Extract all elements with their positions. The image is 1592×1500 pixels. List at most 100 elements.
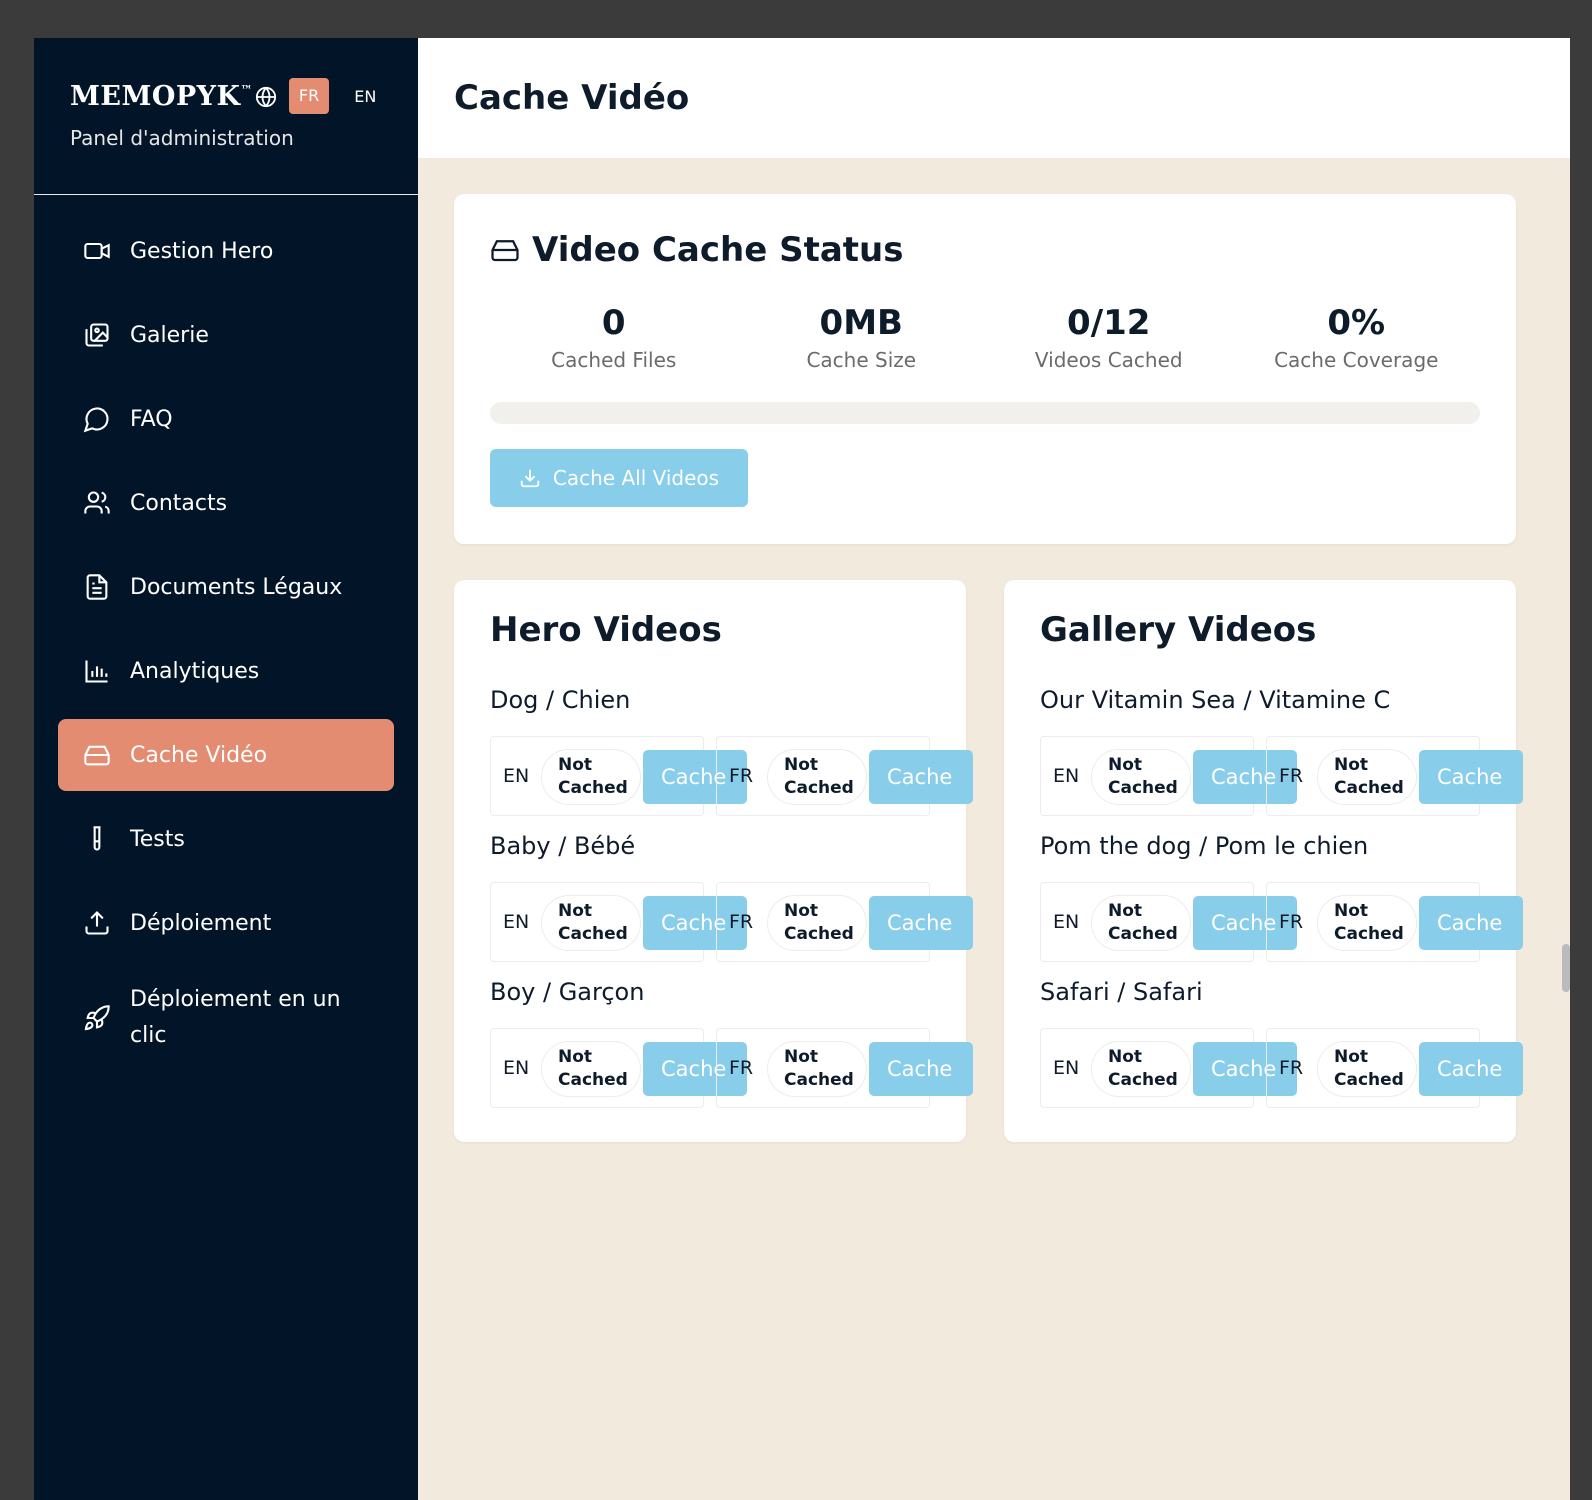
lang-code: EN bbox=[1053, 765, 1080, 787]
cache-button[interactable]: Cache bbox=[1419, 750, 1523, 804]
sidebar-item-cache-video[interactable]: Cache Vidéo bbox=[58, 719, 394, 791]
status-badge: Not Cached bbox=[1091, 1041, 1191, 1097]
lang-code: EN bbox=[503, 765, 530, 787]
video-name: Pom the dog / Pom le chien bbox=[1040, 832, 1369, 860]
hero-videos-title: Hero Videos bbox=[490, 610, 722, 650]
sidebar-nav: Gestion Hero Galerie FAQ Contacts Docume… bbox=[34, 195, 418, 1065]
cache-button[interactable]: Cache bbox=[869, 750, 973, 804]
hero-video-item: Boy / Garçon EN Not Cached Cache FR Not Ca… bbox=[490, 978, 990, 1108]
status-badge: Not Cached bbox=[541, 1041, 641, 1097]
status-badge: Not Cached bbox=[541, 895, 641, 951]
status-badge: Not Cached bbox=[767, 1041, 867, 1097]
video-name: Baby / Bébé bbox=[490, 832, 636, 860]
sidebar-item-documents-legaux[interactable]: Documents Légaux bbox=[58, 551, 394, 623]
status-badge: Not Cached bbox=[767, 749, 867, 805]
sidebar-item-label: FAQ bbox=[130, 406, 173, 432]
lang-cache-box-fr: FR Not Cached Cache bbox=[1266, 736, 1523, 816]
lang-cache-box-en: EN Not Cached Cache bbox=[1040, 1028, 1297, 1108]
status-badge: Not Cached bbox=[1317, 749, 1417, 805]
sidebar-item-label: Galerie bbox=[130, 322, 209, 348]
stat-label: Videos Cached bbox=[1034, 348, 1183, 372]
video-name: Boy / Garçon bbox=[490, 978, 645, 1006]
sidebar-item-label: Documents Légaux bbox=[130, 574, 343, 600]
video-name: Our Vitamin Sea / Vitamine C bbox=[1040, 686, 1391, 714]
status-badge: Not Cached bbox=[1091, 895, 1191, 951]
lang-code: FR bbox=[1279, 911, 1304, 933]
lang-row: EN Not Cached Cache FR Not Cached Cache bbox=[490, 736, 990, 816]
hero-video-item: Baby / Bébé EN Not Cached Cache FR Not Cac… bbox=[490, 832, 990, 962]
sidebar-item-deploiement-un-clic[interactable]: Déploiement en un clic bbox=[58, 971, 394, 1065]
brand-header: MEMOPYK™ FR EN Panel d'administration bbox=[34, 38, 418, 195]
lang-code: FR bbox=[729, 1057, 754, 1079]
lang-row: EN Not Cached Cache FR Not Cached Cache bbox=[1040, 1028, 1540, 1108]
brand-subtitle: Panel d'administration bbox=[70, 126, 294, 150]
chat-bubble-icon bbox=[82, 404, 112, 434]
video-cache-status-card: Video Cache Status 0 Cached Files 0MB Ca… bbox=[454, 194, 1516, 544]
status-badge: Not Cached bbox=[1091, 749, 1191, 805]
status-badge: Not Cached bbox=[541, 749, 641, 805]
lang-code: FR bbox=[1279, 765, 1304, 787]
gallery-videos-title: Gallery Videos bbox=[1040, 610, 1317, 650]
stat-value: 0% bbox=[1327, 303, 1386, 343]
stat-label: Cache Size bbox=[806, 348, 917, 372]
sidebar-item-contacts[interactable]: Contacts bbox=[58, 467, 394, 539]
hard-drive-icon bbox=[82, 740, 112, 770]
lang-row: EN Not Cached Cache FR Not Cached Cache bbox=[490, 882, 990, 962]
lang-cache-box-en: EN Not Cached Cache bbox=[1040, 882, 1297, 962]
sidebar-item-deploiement[interactable]: Déploiement bbox=[58, 887, 394, 959]
sidebar-item-galerie[interactable]: Galerie bbox=[58, 299, 394, 371]
gallery-icon bbox=[82, 320, 112, 350]
lang-cache-box-fr: FR Not Cached Cache bbox=[1266, 882, 1523, 962]
sidebar-item-tests[interactable]: Tests bbox=[58, 803, 394, 875]
lang-code: EN bbox=[503, 911, 530, 933]
lang-row: EN Not Cached Cache FR Not Cached Cache bbox=[490, 1028, 990, 1108]
rocket-icon bbox=[82, 1003, 112, 1033]
logo: MEMOPYK™ bbox=[70, 80, 253, 112]
hero-videos-card: Hero Videos Dog / Chien EN Not Cached Cac… bbox=[454, 580, 973, 1142]
hard-drive-icon bbox=[491, 240, 519, 262]
stat-value: 0MB bbox=[819, 303, 903, 343]
cache-all-videos-button[interactable]: Cache All Videos bbox=[490, 449, 748, 507]
hero-video-item: Dog / Chien EN Not Cached Cache FR Not Cac… bbox=[490, 686, 990, 816]
status-badge: Not Cached bbox=[1317, 1041, 1417, 1097]
document-icon bbox=[82, 572, 112, 602]
sidebar-item-label: Contacts bbox=[130, 490, 228, 516]
sidebar-item-label: Tests bbox=[130, 826, 185, 852]
lang-code: FR bbox=[729, 911, 754, 933]
scrollbar[interactable] bbox=[1562, 944, 1570, 992]
cache-progress-bar bbox=[490, 402, 1480, 424]
lang-en-button[interactable]: EN bbox=[354, 87, 376, 106]
lang-code: EN bbox=[1053, 1057, 1080, 1079]
lang-code: EN bbox=[1053, 911, 1080, 933]
sidebar-item-faq[interactable]: FAQ bbox=[58, 383, 394, 455]
sidebar-item-label: Cache Vidéo bbox=[130, 742, 268, 768]
sidebar-item-analytiques[interactable]: Analytiques bbox=[58, 635, 394, 707]
download-icon bbox=[520, 469, 540, 488]
users-icon bbox=[82, 488, 112, 518]
top-bar: Cache Vidéo bbox=[418, 38, 1570, 158]
cache-button[interactable]: Cache bbox=[1419, 896, 1523, 950]
lang-cache-box-fr: FR Not Cached Cache bbox=[1266, 1028, 1523, 1108]
main-content: Cache Vidéo Video Cache Status 0 Cached … bbox=[418, 38, 1570, 1500]
gallery-videos-card: Gallery Videos Our Vitamin Sea / Vitamin… bbox=[1004, 580, 1523, 1142]
cache-button[interactable]: Cache bbox=[869, 896, 973, 950]
stat-cache-coverage: 0% Cache Coverage bbox=[1233, 302, 1481, 372]
test-tube-icon bbox=[82, 824, 112, 854]
sidebar-item-gestion-hero[interactable]: Gestion Hero bbox=[58, 215, 394, 287]
gallery-video-item: Safari / Safari EN Not Cached Cache FR No… bbox=[1040, 978, 1540, 1108]
sidebar-item-label: Analytiques bbox=[130, 658, 260, 684]
sidebar: MEMOPYK™ FR EN Panel d'administration Ge… bbox=[34, 38, 418, 1500]
lang-cache-box-fr: FR Not Cached Cache bbox=[716, 882, 973, 962]
lang-cache-box-fr: FR Not Cached Cache bbox=[716, 1028, 973, 1108]
cache-button[interactable]: Cache bbox=[1419, 1042, 1523, 1096]
stat-value: 0 bbox=[601, 303, 626, 343]
lang-row: EN Not Cached Cache FR Not Cached Cache bbox=[1040, 882, 1540, 962]
video-name: Safari / Safari bbox=[1040, 978, 1203, 1006]
lang-code: EN bbox=[503, 1057, 530, 1079]
gallery-video-item: Pom the dog / Pom le chien EN Not Cached … bbox=[1040, 832, 1540, 962]
cache-button[interactable]: Cache bbox=[869, 1042, 973, 1096]
lang-cache-box-fr: FR Not Cached Cache bbox=[716, 736, 973, 816]
status-badge: Not Cached bbox=[767, 895, 867, 951]
lang-fr-button[interactable]: FR bbox=[288, 78, 330, 114]
lang-cache-box-en: EN Not Cached Cache bbox=[1040, 736, 1297, 816]
